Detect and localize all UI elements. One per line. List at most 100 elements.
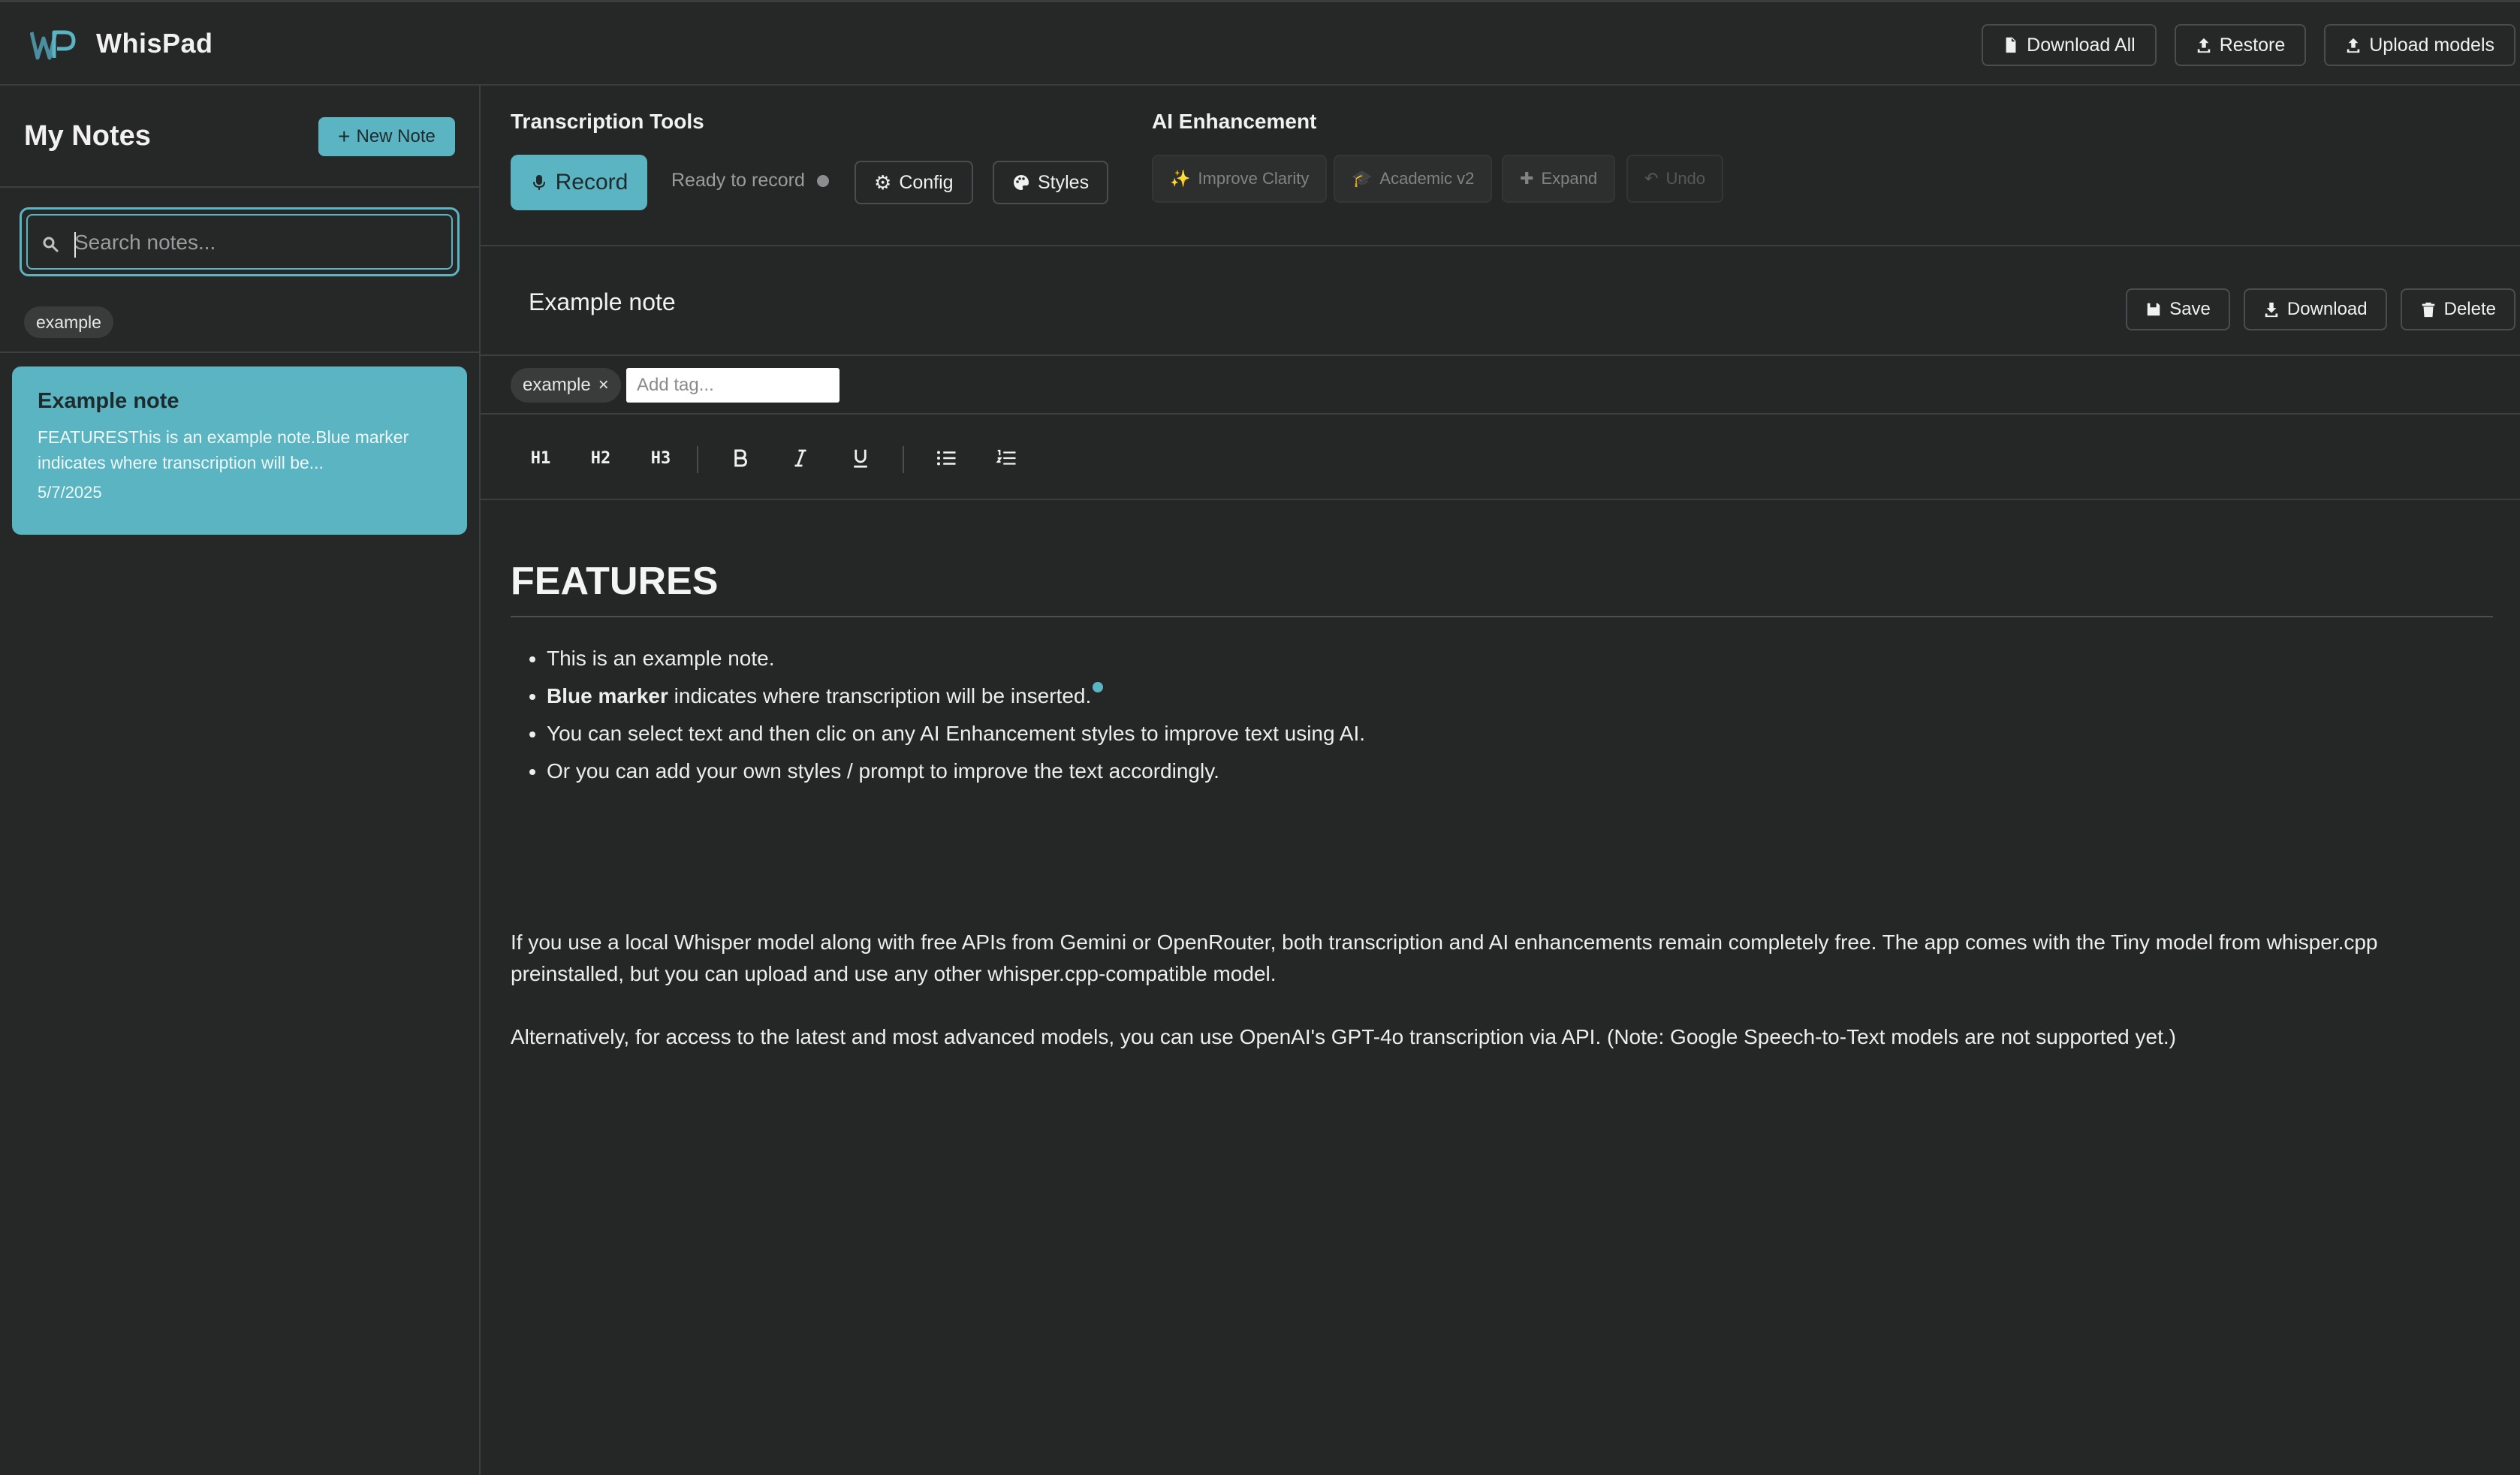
improve-clarity-label: Improve Clarity: [1198, 169, 1310, 188]
search-input[interactable]: [73, 225, 441, 261]
numbered-list-icon: [996, 449, 1016, 465]
note-item-date: 5/7/2025: [38, 483, 102, 502]
numbered-list-button[interactable]: [985, 437, 1027, 479]
delete-label: Delete: [2443, 299, 2496, 319]
bullet-list-button[interactable]: [925, 437, 967, 479]
content-paragraph: Alternatively, for access to the latest …: [511, 1025, 2176, 1048]
app-title: WhisPad: [96, 28, 213, 59]
note-actions: Save Download Delete: [2126, 288, 2515, 330]
top-actions: Download All Restore Upload models: [1982, 24, 2515, 66]
bullet-list-icon: [937, 451, 956, 466]
record-label: Record: [555, 170, 628, 195]
upload-models-label: Upload models: [2369, 34, 2494, 56]
note-tag-label: example: [523, 375, 591, 395]
delete-button[interactable]: Delete: [2400, 288, 2515, 330]
toolbar-divider: [903, 446, 904, 473]
heading1-button[interactable]: H1: [520, 437, 562, 479]
tag-row: example ×: [481, 356, 2520, 415]
palette-icon: [1014, 175, 1029, 190]
search-box: [26, 214, 453, 270]
note-list-item[interactable]: Example note FEATURESThis is an example …: [12, 366, 467, 535]
bold-icon: [734, 449, 747, 467]
restore-button[interactable]: Restore: [2174, 24, 2307, 66]
config-button[interactable]: ⚙ Config: [855, 161, 973, 204]
sidebar-header: My Notes + New Note: [0, 86, 479, 188]
note-title[interactable]: Example note: [529, 288, 676, 316]
add-tag-input[interactable]: [626, 368, 839, 403]
underline-button[interactable]: [839, 437, 882, 479]
recording-status: Ready to record: [671, 170, 829, 192]
toolbar-divider: [697, 446, 698, 473]
expand-button[interactable]: ✚ Expand: [1502, 155, 1616, 203]
new-note-button[interactable]: + New Note: [318, 117, 455, 156]
list-item-text: Or you can add your own styles / prompt …: [547, 759, 1219, 783]
file-download-icon: [2006, 37, 2016, 53]
italic-icon: [794, 449, 806, 467]
main-panel: Transcription Tools Record Ready to reco…: [481, 86, 2520, 1475]
list-item-bold-text: Blue marker: [547, 684, 668, 707]
status-label: Ready to record: [671, 170, 805, 191]
sidebar-divider: [0, 351, 479, 353]
upload-icon: [2347, 38, 2360, 53]
microphone-icon: [532, 175, 545, 190]
list-item-text: You can select text and then clic on any…: [547, 722, 1366, 745]
ai-enhancement-label: AI Enhancement: [1152, 110, 1317, 133]
list-item: This is an example note.: [547, 640, 1365, 677]
sidebar-title: My Notes: [24, 120, 151, 152]
upload-models-button[interactable]: Upload models: [2324, 24, 2515, 66]
graduation-cap-icon: 🎓: [1352, 169, 1373, 188]
list-item: Or you can add your own styles / prompt …: [547, 753, 1365, 790]
save-button[interactable]: Save: [2126, 288, 2230, 330]
formatting-toolbar: H1 H2 H3: [481, 415, 2520, 500]
download-button[interactable]: Download: [2243, 288, 2387, 330]
content-bullet-list: This is an example note. Blue marker ind…: [511, 640, 1365, 790]
bold-button[interactable]: [719, 437, 761, 479]
search-container: [20, 207, 460, 276]
list-item-text: This is an example note.: [547, 647, 775, 670]
italic-button[interactable]: [779, 437, 821, 479]
list-item-text: indicates where transcription will be in…: [668, 684, 1092, 707]
styles-label: Styles: [1038, 171, 1090, 193]
tools-bar: Transcription Tools Record Ready to reco…: [481, 86, 2520, 246]
plus-icon: ✚: [1520, 169, 1534, 188]
content-heading: FEATURES: [511, 559, 2493, 617]
config-label: Config: [899, 171, 954, 193]
improve-clarity-button[interactable]: ✨ Improve Clarity: [1152, 155, 1328, 203]
insertion-marker: [1093, 682, 1104, 692]
list-item: You can select text and then clic on any…: [547, 715, 1365, 753]
academic-button[interactable]: 🎓 Academic v2: [1334, 155, 1493, 203]
download-icon: [2265, 302, 2278, 318]
expand-label: Expand: [1541, 169, 1598, 188]
search-icon: [43, 237, 59, 252]
status-indicator: [816, 174, 829, 187]
styles-button[interactable]: Styles: [993, 161, 1109, 204]
undo-button[interactable]: ↶ Undo: [1626, 155, 1724, 203]
sparkles-icon: ✨: [1170, 169, 1191, 188]
upload-icon: [2197, 38, 2210, 53]
content-paragraph: If you use a local Whisper model along w…: [511, 931, 2378, 985]
underline-icon: [854, 449, 867, 468]
heading2-button[interactable]: H2: [580, 437, 622, 479]
download-all-button[interactable]: Download All: [1982, 24, 2157, 66]
list-item: Blue marker indicates where transcriptio…: [547, 677, 1365, 715]
note-item-preview: FEATURESThis is an example note.Blue mar…: [38, 427, 409, 472]
download-all-label: Download All: [2027, 34, 2136, 56]
tag-filter-example[interactable]: example: [24, 306, 113, 338]
undo-icon: ↶: [1644, 169, 1659, 188]
trash-icon: [2422, 302, 2434, 318]
new-note-label: New Note: [356, 126, 436, 146]
sidebar: My Notes + New Note example Example note…: [0, 86, 481, 1475]
academic-label: Academic v2: [1379, 169, 1475, 188]
heading3-button[interactable]: H3: [640, 437, 682, 479]
note-header: Example note Save Download Delete: [481, 246, 2520, 356]
gear-icon: ⚙: [874, 170, 892, 194]
undo-label: Undo: [1665, 169, 1706, 188]
note-tag-chip: example ×: [511, 368, 621, 403]
tag-remove-icon[interactable]: ×: [598, 375, 609, 396]
save-label: Save: [2169, 299, 2211, 319]
plus-icon: +: [338, 125, 351, 148]
restore-label: Restore: [2219, 34, 2286, 56]
whispad-logo-icon: [30, 30, 76, 60]
floppy-disk-icon: [2147, 303, 2160, 316]
record-button[interactable]: Record: [511, 155, 647, 210]
